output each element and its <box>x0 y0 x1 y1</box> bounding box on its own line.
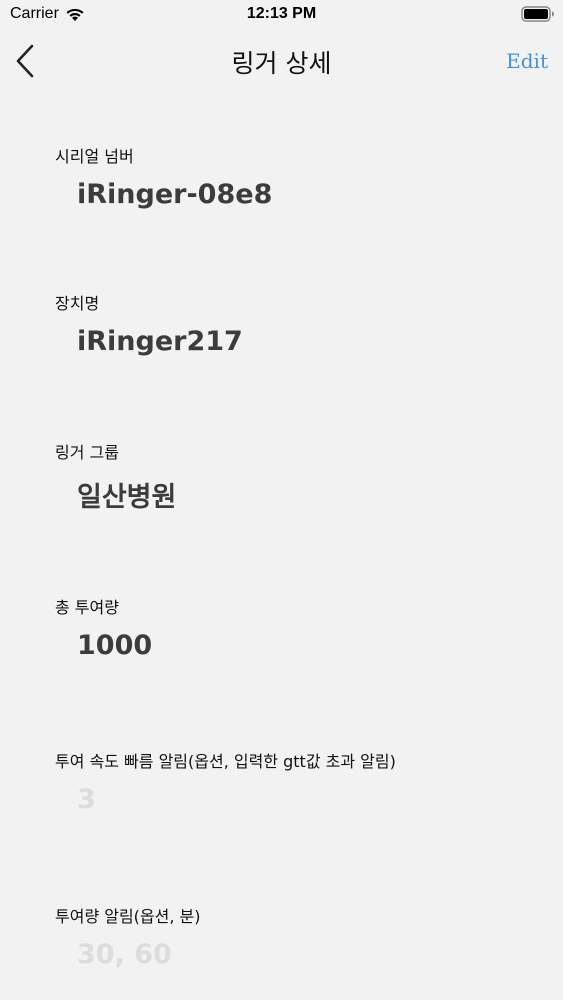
total-dose-value: 1000 <box>77 630 153 661</box>
speed-alert-label: 투여 속도 빠름 알림(옵션, 입력한 gtt값 초과 알림) <box>55 752 396 771</box>
battery-icon <box>521 6 554 22</box>
dose-alert-label: 투여량 알림(옵션, 분) <box>55 907 201 926</box>
status-bar: Carrier 12:13 PM <box>0 0 563 30</box>
device-name-label: 장치명 <box>55 294 100 313</box>
speed-alert-input[interactable]: 3 <box>77 784 96 815</box>
total-dose-label: 총 투여량 <box>55 598 119 617</box>
status-time: 12:13 PM <box>246 5 317 22</box>
serial-number-value: iRinger-08e8 <box>77 179 273 210</box>
ringer-group-value: 일산병원 <box>77 482 177 513</box>
page-title: 링거 상세 <box>231 49 332 78</box>
dose-alert-input[interactable]: 30, 60 <box>77 939 172 970</box>
edit-button[interactable]: Edit <box>506 49 548 73</box>
navigation-bar: 링거 상세 Edit <box>0 30 563 94</box>
device-name-value: iRinger217 <box>77 326 243 357</box>
ringer-group-label: 링거 그룹 <box>55 443 119 462</box>
serial-number-label: 시리얼 넘버 <box>55 147 134 166</box>
